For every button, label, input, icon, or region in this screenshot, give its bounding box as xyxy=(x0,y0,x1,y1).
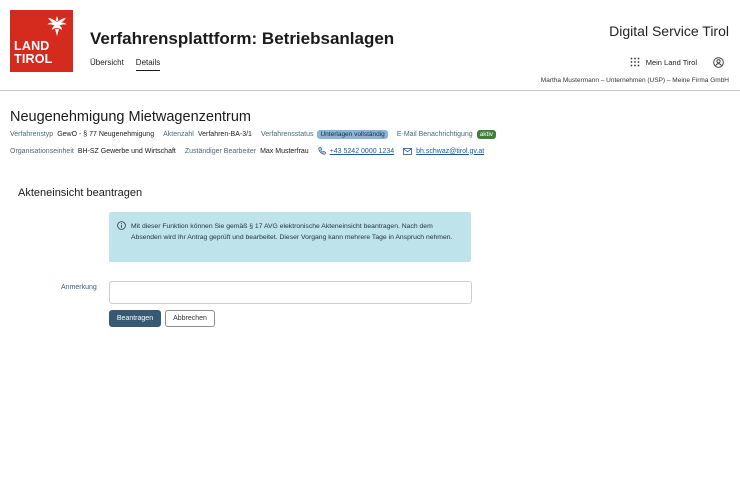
phone-number: +43 5242 0000 1234 xyxy=(329,147,395,155)
file-number-value: Verfahren-BA-3/1 xyxy=(197,131,252,138)
account-icon[interactable] xyxy=(713,57,724,68)
app-title: Verfahrensplattform: Betriebsanlagen xyxy=(90,29,395,48)
mail-icon xyxy=(403,147,413,155)
grid-icon xyxy=(630,57,640,67)
org-unit-value: BH-SZ Gewerbe und Wirtschaft xyxy=(77,147,176,155)
cancel-button[interactable]: Abbrechen xyxy=(165,310,215,327)
info-text: Mit dieser Funktion können Sie gemäß § 1… xyxy=(131,223,453,241)
logo-text: LAND TIROL xyxy=(14,40,53,66)
phone-icon xyxy=(318,147,326,155)
email-address: bh.schwaz@tirol.gv.at xyxy=(416,147,485,155)
case-meta-row-2: Organisationseinheit BH-SZ Gewerbe und W… xyxy=(10,147,493,155)
note-input[interactable] xyxy=(109,281,472,304)
clerk-label: Zuständiger Bearbeiter xyxy=(184,147,257,155)
eagle-icon xyxy=(47,16,67,36)
procedure-type-value: GewO - § 77 Neugenehmigung xyxy=(57,131,155,138)
email-notification-label: E-Mail Benachrichtigung xyxy=(396,131,473,138)
info-box: Mit dieser Funktion können Sie gemäß § 1… xyxy=(109,212,471,262)
tab-uebersicht[interactable]: Übersicht xyxy=(90,58,124,71)
main-nav: Übersicht Details xyxy=(90,58,161,71)
email-notification-badge: aktiv xyxy=(476,130,497,139)
org-breadcrumb: Martha Mustermann – Unternehmen (USP) – … xyxy=(540,77,729,84)
tab-details[interactable]: Details xyxy=(135,58,161,71)
email-link[interactable]: bh.schwaz@tirol.gv.at xyxy=(403,148,484,155)
top-header: LAND TIROL Verfahrensplattform: Betriebs… xyxy=(0,0,740,91)
file-number-label: Aktenzahl xyxy=(163,131,194,138)
note-label: Anmerkung xyxy=(61,284,97,291)
land-tirol-logo[interactable]: LAND TIROL xyxy=(10,10,73,72)
case-meta-row-1: Verfahrenstyp GewO - § 77 Neugenehmigung… xyxy=(10,130,497,139)
info-icon xyxy=(117,221,126,230)
phone-link[interactable]: +43 5242 0000 1234 xyxy=(318,147,394,155)
org-unit-label: Organisationseinheit xyxy=(10,147,74,155)
procedure-type-label: Verfahrenstyp xyxy=(10,131,54,138)
mein-land-tirol-menu[interactable]: Mein Land Tirol xyxy=(630,57,697,67)
section-title: Akteneinsicht beantragen xyxy=(18,187,143,199)
case-title: Neugenehmigung Mietwagenzentrum xyxy=(10,109,252,125)
brand-name: Digital Service Tirol xyxy=(609,23,729,39)
logo-line-2: TIROL xyxy=(14,52,53,66)
user-menu-label: Mein Land Tirol xyxy=(645,57,697,67)
status-badge: Unterlagen vollständig xyxy=(317,130,388,139)
submit-button[interactable]: Beantragen xyxy=(109,310,161,327)
procedure-status-label: Verfahrensstatus xyxy=(260,131,314,138)
clerk-value: Max Musterfrau xyxy=(260,147,309,155)
